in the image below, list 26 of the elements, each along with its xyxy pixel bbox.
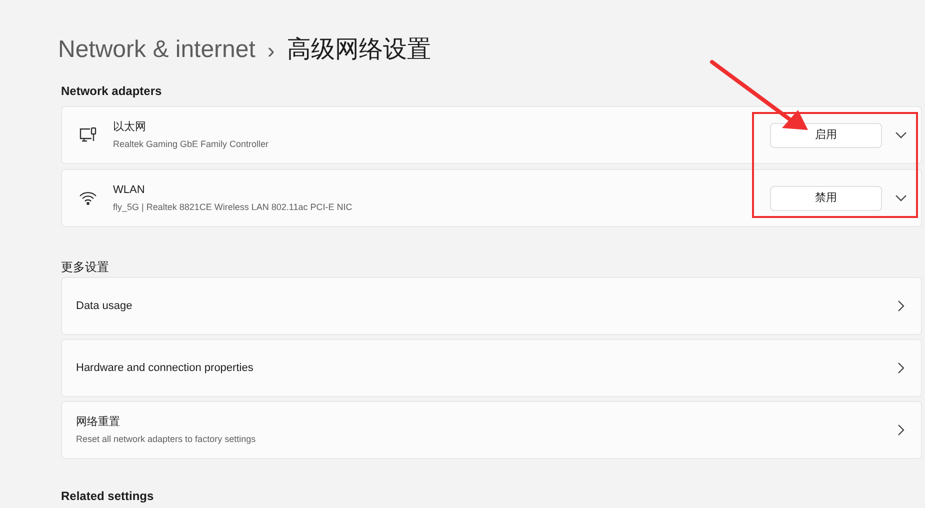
breadcrumb-link[interactable]: Network & internet — [58, 32, 256, 68]
chevron-down-icon[interactable] — [895, 131, 907, 139]
chevron-right-icon[interactable] — [897, 362, 905, 374]
chevron-right-icon[interactable] — [897, 300, 905, 312]
adapter-toggle-button[interactable]: 启用 — [770, 122, 882, 148]
setting-description: Reset all network adapters to factory settings — [76, 432, 257, 446]
settings-row[interactable]: Data usage — [61, 277, 922, 335]
page-title: 高级网络设置 — [286, 35, 431, 65]
breadcrumb-separator: › — [267, 36, 275, 64]
settings-row[interactable]: 网络重置 Reset all network adapters to factory settings — [61, 401, 922, 459]
adapter-name: WLAN — [113, 183, 146, 198]
section-title: Network adapters — [61, 83, 163, 100]
section-title: Related settings — [61, 488, 155, 505]
monitor-icon — [79, 127, 97, 143]
chevron-down-icon[interactable] — [895, 194, 907, 202]
adapter-name: 以太网 — [113, 120, 147, 135]
adapter-description: fly_5G | Realtek 8821CE Wireless LAN 802.11ac PCI-E NIC — [113, 200, 354, 214]
settings-row[interactable]: Hardware and connection properties — [61, 339, 922, 397]
section-title: 更多设置 — [61, 259, 110, 274]
wifi-icon — [79, 191, 97, 205]
adapter-toggle-button[interactable]: 禁用 — [770, 186, 882, 210]
setting-label: Hardware and connection properties — [76, 360, 254, 376]
adapter-description: Realtek Gaming GbE Family Controller — [113, 138, 270, 151]
chevron-right-icon[interactable] — [897, 424, 905, 436]
setting-label: Data usage — [76, 298, 134, 314]
setting-label: 网络重置 — [76, 415, 121, 430]
